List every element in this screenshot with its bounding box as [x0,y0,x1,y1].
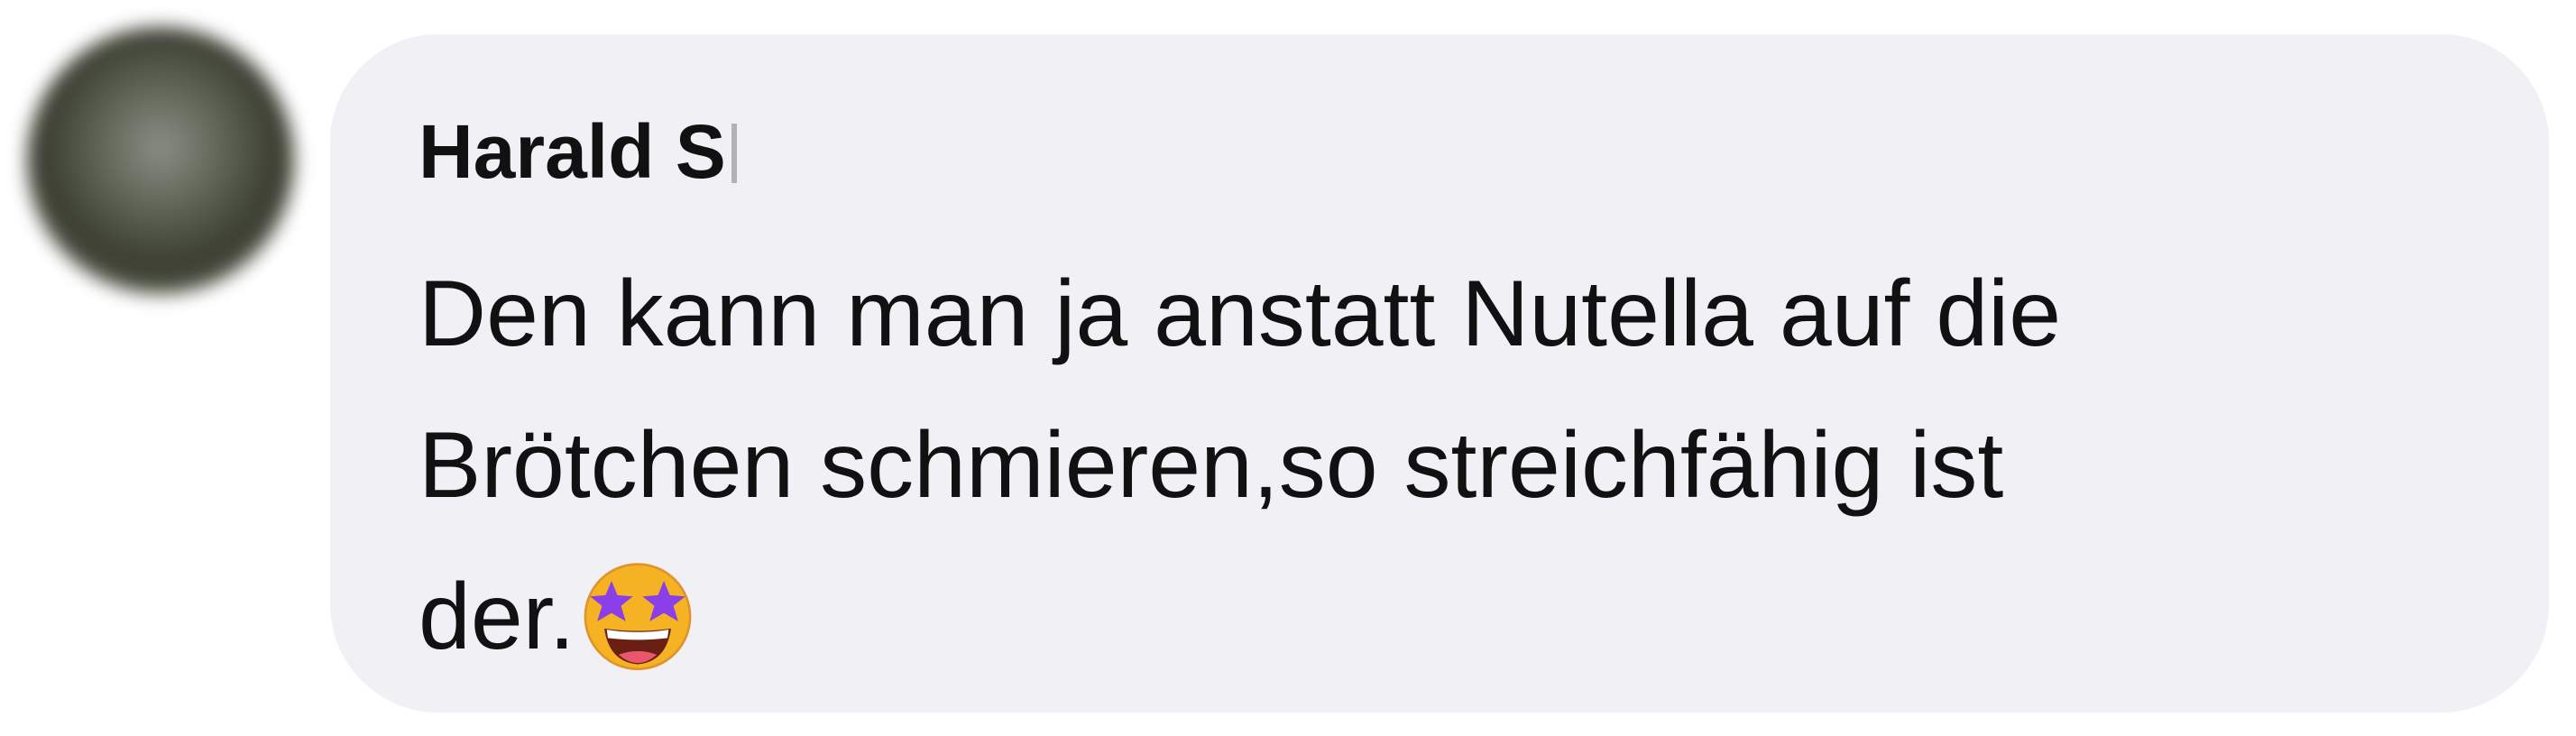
comment-line-1: Den kann man ja anstatt Nutella auf die [419,262,2062,366]
star-struck-emoji-icon [584,563,692,671]
comment-line-3-text: der. [419,565,575,669]
name-truncation-mark [731,124,737,183]
avatar[interactable] [27,27,294,294]
comment-text: Den kann man ja anstatt Nutella auf die … [419,238,2493,693]
comment-line-2: Brötchen schmieren,so streichfähig ist [419,413,2004,518]
comment-author[interactable]: Harald S [419,106,737,197]
comment-row: Harald S Den kann man ja anstatt Nutella… [0,0,2576,736]
author-name[interactable]: Harald S [419,109,726,194]
comment-line-3: der. [419,541,2493,693]
